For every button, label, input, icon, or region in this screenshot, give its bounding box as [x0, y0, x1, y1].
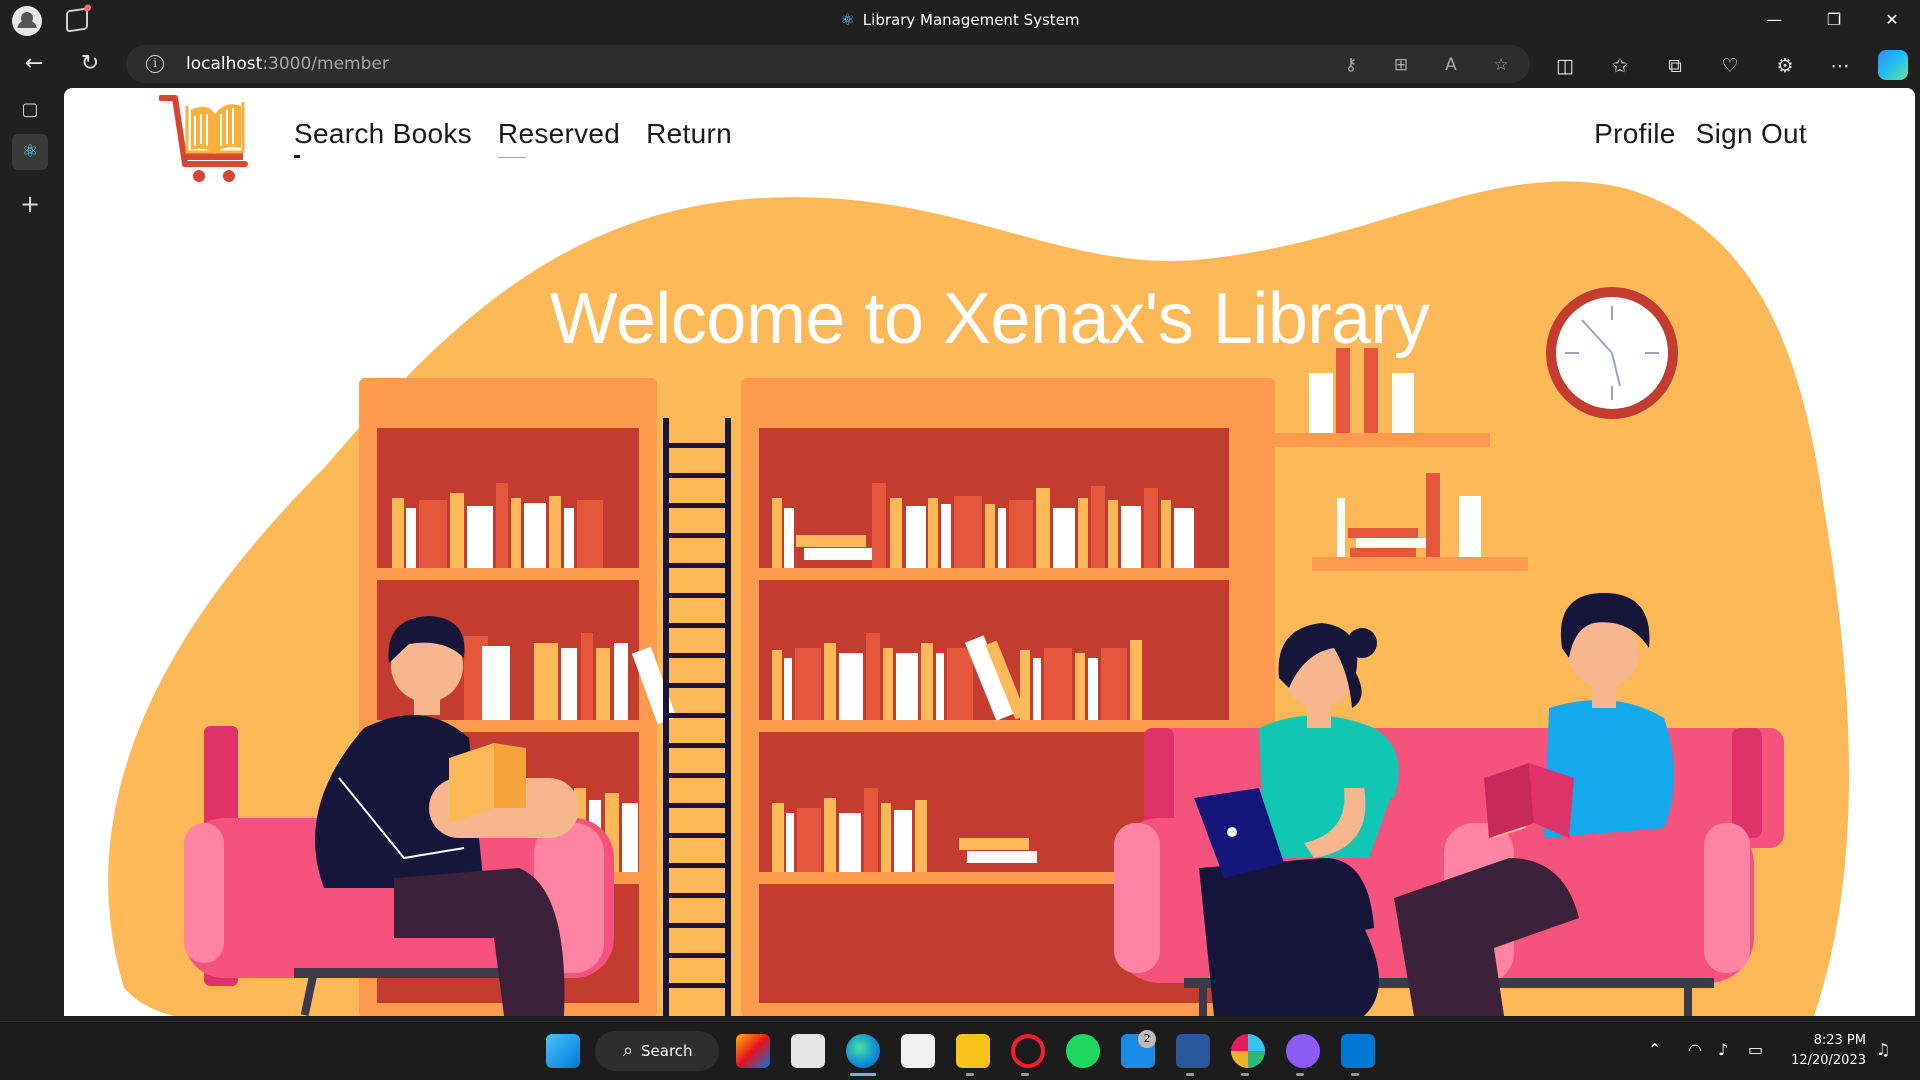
word-icon[interactable]	[1176, 1034, 1210, 1068]
favorites-icon[interactable]: ✩	[1607, 53, 1633, 79]
refresh-button[interactable]: ↻	[74, 48, 106, 80]
clock-date[interactable]: 12/20/2023	[1770, 1053, 1866, 1068]
search-icon: ⌕	[623, 1040, 634, 1061]
restore-button[interactable]: ❐	[1814, 6, 1854, 34]
active-tab-react-icon[interactable]: ⚛	[12, 134, 48, 170]
title-bar: ⚛ Library Management System — ❐ ✕	[0, 0, 1920, 40]
vertical-tabs-sidebar: ▢ ⚛ +	[0, 88, 64, 1021]
tab-actions-icon[interactable]: ▢	[12, 92, 48, 128]
opera-browser-icon[interactable]	[1011, 1034, 1045, 1068]
hero-heading: Welcome to Xenax's Library	[549, 279, 1430, 359]
show-hidden-icons-icon[interactable]: ⌃	[1648, 1040, 1661, 1059]
clock-time[interactable]: 8:23 PM	[1770, 1033, 1866, 1048]
running-indicator	[966, 1073, 974, 1076]
site-info-icon[interactable]: i	[146, 55, 164, 73]
url-text[interactable]: localhost:3000/member	[186, 54, 389, 74]
running-indicator	[1186, 1073, 1194, 1076]
copilot-icon[interactable]	[1878, 50, 1908, 80]
task-view-icon[interactable]	[791, 1034, 825, 1068]
split-screen-icon[interactable]: ◫	[1552, 53, 1578, 79]
react-favicon-icon: ⚛	[840, 10, 855, 29]
running-indicator	[1296, 1073, 1304, 1076]
extensions-icon[interactable]: ⚙	[1772, 53, 1798, 79]
windows-taskbar: ⌕ Search 2 ⌃ ◠ ♪ ▭ 8:23 PM 12/20/2023 ♫	[0, 1021, 1920, 1080]
file-explorer-icon[interactable]	[956, 1034, 990, 1068]
window-title: ⚛ Library Management System	[840, 10, 1080, 29]
running-indicator	[1241, 1073, 1249, 1076]
notifications-bell-icon[interactable]: ♫	[1876, 1040, 1890, 1059]
battery-icon[interactable]: ▭	[1748, 1040, 1763, 1059]
favorite-star-icon[interactable]: ☆	[1490, 54, 1512, 76]
slack-icon[interactable]	[1231, 1034, 1265, 1068]
browser-essentials-icon[interactable]: ♡	[1717, 53, 1743, 79]
web-page: Search Books Reserved Return Profile Sig…	[64, 88, 1915, 1016]
address-bar[interactable]: i localhost:3000/member ⚷ ⊞ A ☆	[126, 45, 1530, 83]
active-app-indicator	[850, 1073, 876, 1076]
spotify-icon[interactable]	[1066, 1034, 1100, 1068]
app-available-icon[interactable]: ⊞	[1390, 54, 1412, 76]
taskbar-search-button[interactable]: ⌕ Search	[595, 1031, 719, 1071]
edge-browser-icon[interactable]	[846, 1034, 880, 1068]
new-tab-icon[interactable]: +	[12, 186, 48, 222]
volume-icon[interactable]: ♪	[1718, 1040, 1728, 1059]
vscode-icon[interactable]	[1341, 1034, 1375, 1068]
collections-icon[interactable]: ⧉	[1662, 53, 1688, 79]
close-button[interactable]: ✕	[1872, 6, 1912, 34]
running-indicator	[1021, 1073, 1029, 1076]
github-desktop-icon[interactable]	[1286, 1034, 1320, 1068]
library-ladder	[663, 418, 731, 1016]
more-options-icon[interactable]: ⋯	[1827, 53, 1853, 79]
running-indicator	[1351, 1073, 1359, 1076]
password-key-icon[interactable]: ⚷	[1340, 54, 1362, 76]
copilot-preview-icon[interactable]	[736, 1034, 770, 1068]
read-aloud-icon[interactable]: A	[1440, 54, 1462, 76]
back-button[interactable]: ←	[18, 48, 50, 80]
start-menu-icon[interactable]	[546, 1034, 580, 1068]
wifi-icon[interactable]: ◠	[1688, 1040, 1702, 1059]
library-illustration	[108, 181, 1850, 1016]
minimize-button[interactable]: —	[1754, 6, 1794, 34]
microsoft-store-icon[interactable]	[901, 1034, 935, 1068]
mail-badge: 2	[1138, 1030, 1156, 1048]
